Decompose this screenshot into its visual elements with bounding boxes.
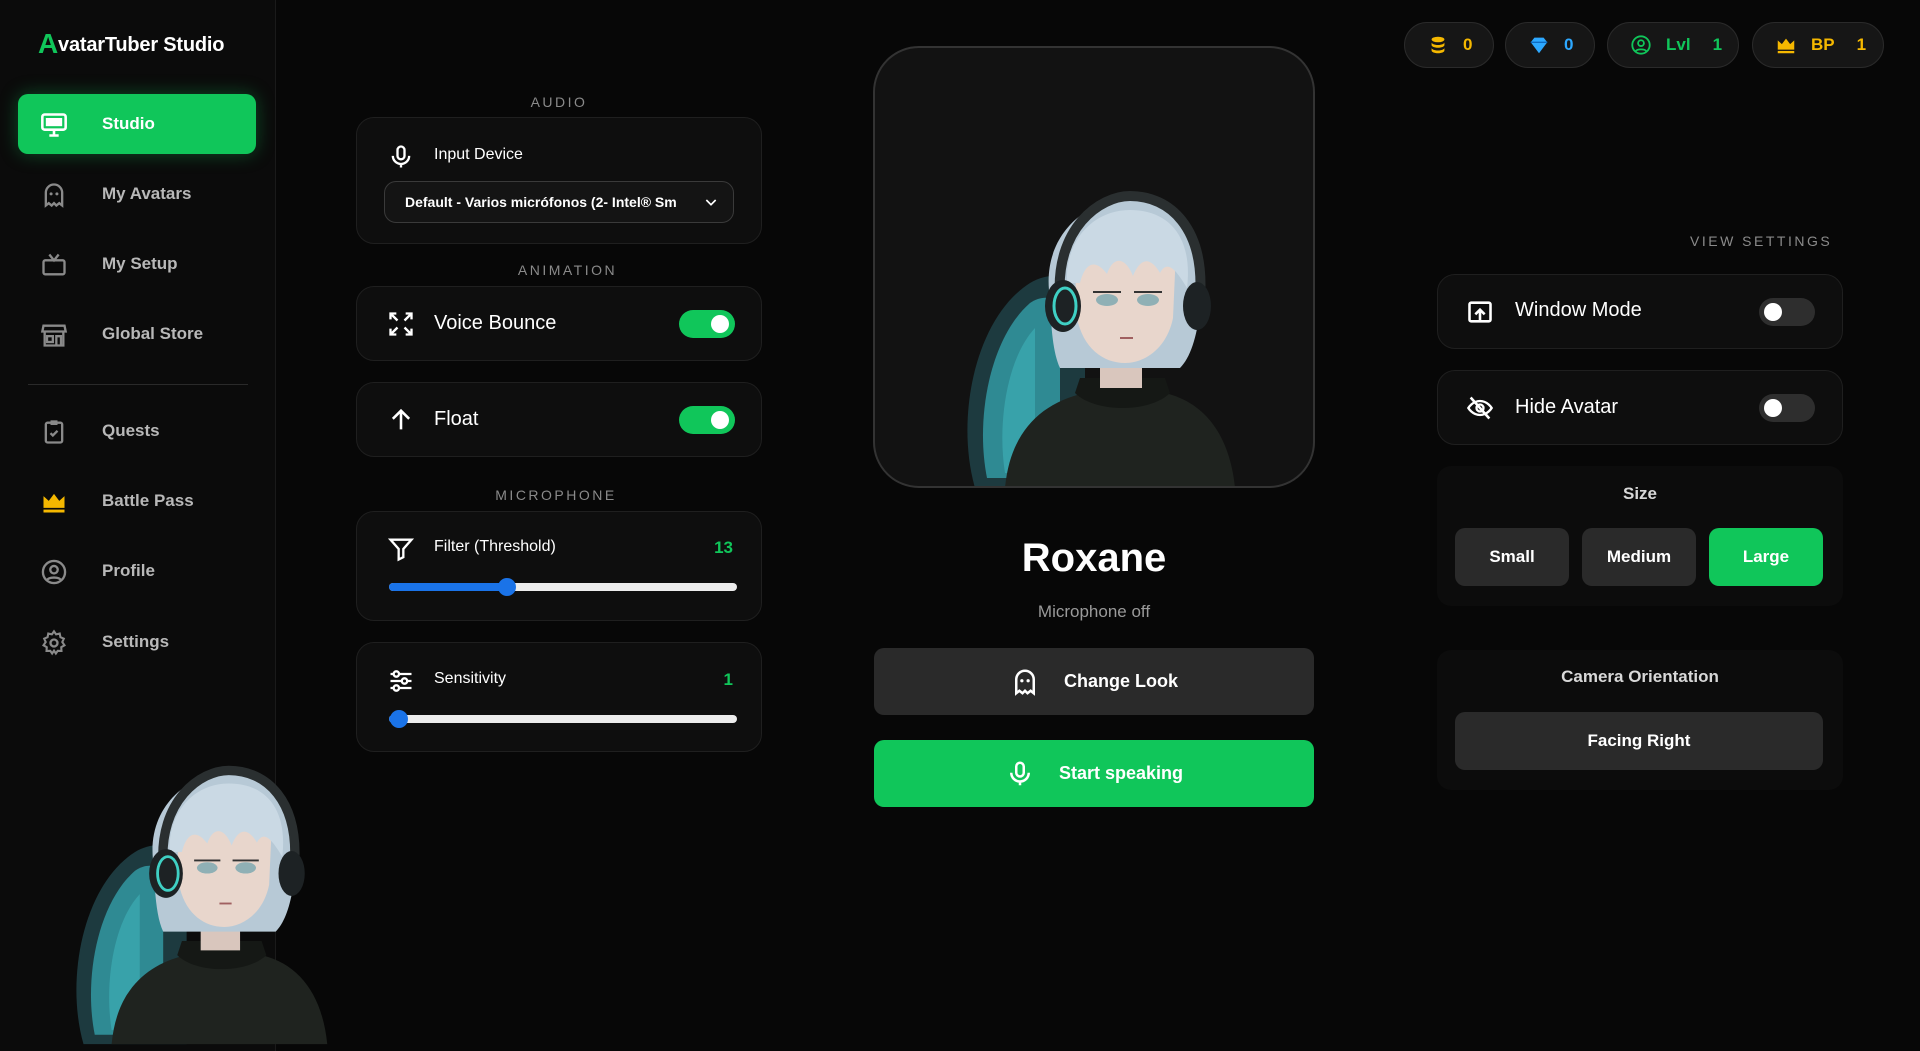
sidebar-item-global-store[interactable]: Global Store — [18, 304, 256, 364]
size-small-button[interactable]: Small — [1455, 528, 1569, 586]
expand-icon — [389, 312, 413, 336]
tv-icon — [42, 253, 66, 276]
user-circle-icon — [1631, 35, 1651, 55]
mini-avatar-preview — [46, 756, 346, 1051]
arrow-up-icon — [391, 408, 411, 430]
float-toggle[interactable] — [679, 406, 735, 434]
camera-orientation-button[interactable]: Facing Right — [1455, 712, 1823, 770]
ghost-icon — [44, 183, 64, 208]
audio-section-label: AUDIO — [530, 94, 588, 110]
level-label: Lvl — [1666, 35, 1691, 54]
microphone-section-label: MICROPHONE — [495, 487, 617, 503]
view-settings-section-label: VIEW SETTINGS — [1690, 233, 1833, 249]
input-device-select[interactable]: Default - Varios micrófonos (2- Intel® S… — [384, 181, 734, 223]
crown-icon — [1777, 38, 1795, 54]
sidebar-item-profile[interactable]: Profile — [18, 541, 256, 601]
sliders-icon — [390, 670, 412, 692]
avatar-name: Roxane — [1021, 536, 1167, 580]
filter-threshold-value: 13 — [714, 538, 733, 557]
microphone-status: Microphone off — [1037, 602, 1151, 621]
sidebar-item-my-setup[interactable]: My Setup — [18, 234, 256, 294]
ghost-icon — [1014, 669, 1035, 696]
animation-section-label: ANIMATION — [517, 262, 618, 278]
voice-bounce-label: Voice Bounce — [434, 312, 557, 334]
gems-badge[interactable]: 0 — [1505, 22, 1595, 68]
sensitivity-label: Sensitivity — [434, 670, 507, 687]
float-label: Float — [434, 408, 479, 430]
size-large-button[interactable]: Large — [1709, 528, 1823, 586]
sidebar-item-label: Profile — [102, 561, 155, 580]
sidebar-item-label: Battle Pass — [102, 491, 194, 510]
hide-avatar-panel: Hide Avatar — [1437, 370, 1843, 445]
avatar-image — [935, 188, 1255, 488]
microphone-icon — [1009, 761, 1030, 785]
input-device-label: Input Device — [434, 146, 523, 163]
filter-threshold-panel: Filter (Threshold) 13 — [356, 511, 762, 621]
level-badge[interactable]: Lvl 1 — [1607, 22, 1739, 68]
input-device-panel: Input Device Default - Varios micrófonos… — [356, 117, 762, 244]
window-mode-panel: Window Mode — [1437, 274, 1843, 349]
battle-pass-value: 1 — [1856, 35, 1867, 54]
app-logo[interactable]: AvatarTuber Studio — [38, 28, 224, 60]
store-icon — [40, 324, 68, 347]
sidebar-item-label: My Setup — [102, 254, 178, 273]
battle-pass-label: BP — [1811, 35, 1835, 54]
sidebar-divider — [28, 384, 248, 385]
sidebar-item-label: Studio — [102, 114, 155, 133]
gem-icon — [1530, 37, 1548, 54]
avatar-preview — [873, 46, 1315, 488]
voice-bounce-panel: Voice Bounce — [356, 286, 762, 361]
gear-icon — [41, 629, 67, 656]
sidebar-item-my-avatars[interactable]: My Avatars — [18, 164, 256, 224]
filter-icon — [387, 538, 415, 562]
chevron-down-icon — [705, 199, 717, 206]
sidebar-item-battle-pass[interactable]: Battle Pass — [18, 471, 256, 531]
input-device-value: Default - Varios micrófonos (2- Intel® S… — [405, 194, 677, 210]
change-look-label: Change Look — [1063, 671, 1178, 691]
coins-icon — [1431, 36, 1445, 54]
window-mode-toggle[interactable] — [1759, 298, 1815, 326]
size-medium-button[interactable]: Medium — [1582, 528, 1696, 586]
start-speaking-label: Start speaking — [1058, 763, 1184, 783]
gems-value: 0 — [1564, 35, 1574, 54]
microphone-icon — [391, 145, 411, 168]
crown-icon — [43, 493, 65, 513]
sidebar-item-label: Quests — [102, 421, 160, 440]
sidebar-item-studio[interactable]: Studio — [18, 94, 256, 154]
battle-pass-badge[interactable]: BP 1 — [1752, 22, 1884, 68]
sidebar-item-quests[interactable]: Quests — [18, 401, 256, 461]
filter-threshold-slider[interactable] — [389, 578, 737, 596]
size-title: Size — [1622, 484, 1658, 503]
window-mode-label: Window Mode — [1515, 299, 1642, 321]
monitor-icon — [41, 113, 67, 137]
hide-avatar-toggle[interactable] — [1759, 394, 1815, 422]
window-upload-icon — [1468, 301, 1492, 323]
sensitivity-panel: Sensitivity 1 — [356, 642, 762, 752]
level-value: 1 — [1712, 35, 1723, 54]
sidebar-item-settings[interactable]: Settings — [18, 612, 256, 672]
coins-badge[interactable]: 0 — [1404, 22, 1494, 68]
hide-avatar-label: Hide Avatar — [1515, 396, 1619, 418]
sidebar-item-label: Settings — [102, 632, 170, 651]
camera-orientation-title: Camera Orientation — [1561, 667, 1719, 686]
clipboard-check-icon — [44, 420, 64, 444]
user-circle-icon — [41, 559, 67, 585]
sensitivity-value: 1 — [723, 670, 733, 689]
coins-value: 0 — [1463, 35, 1473, 54]
voice-bounce-toggle[interactable] — [679, 310, 735, 338]
eye-off-icon — [1466, 396, 1494, 420]
sensitivity-slider[interactable] — [389, 710, 737, 728]
app-window: AvatarTuber Studio Studio My Avatars My … — [0, 0, 1920, 1051]
change-look-button[interactable]: Change Look — [874, 648, 1314, 715]
filter-threshold-label: Filter (Threshold) — [434, 538, 556, 555]
sidebar-item-label: My Avatars — [102, 184, 192, 203]
sidebar-item-label: Global Store — [102, 324, 204, 343]
float-panel: Float — [356, 382, 762, 457]
start-speaking-button[interactable]: Start speaking — [874, 740, 1314, 807]
